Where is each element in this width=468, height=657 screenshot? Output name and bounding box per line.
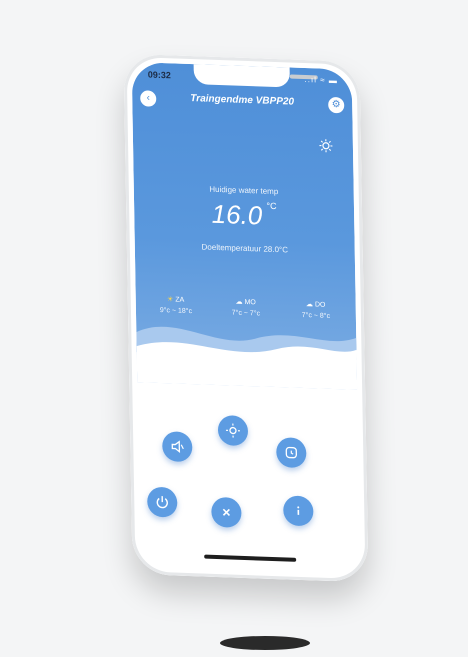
weather-day-label: MO	[244, 298, 256, 307]
water-temp-number: 16.0	[211, 198, 263, 231]
close-icon	[222, 508, 231, 516]
speaker-icon	[171, 440, 184, 454]
timer-button[interactable]	[276, 437, 307, 469]
info-button[interactable]	[283, 495, 314, 527]
power-icon	[156, 496, 168, 509]
settings-button[interactable]: ⚙	[328, 96, 345, 114]
weather-day-label: ZA	[175, 296, 185, 304]
wave-divider	[136, 326, 358, 390]
weather-day-1: ☀ ZA 9°c ~ 18°c	[146, 294, 206, 315]
weather-day-2: ☁ MO 7°c ~ 7°c	[216, 297, 276, 318]
sun-icon[interactable]	[319, 139, 333, 153]
info-icon	[297, 506, 300, 515]
notch	[193, 64, 318, 88]
home-indicator[interactable]	[204, 554, 297, 562]
close-button[interactable]	[211, 496, 242, 528]
mode-button[interactable]	[217, 415, 249, 447]
stage: 09:32 ..ıl ≈ ▬ ‹ Traingendme VBPP20 ⚙ Hu…	[0, 0, 468, 657]
gear-icon: ⚙	[331, 98, 341, 111]
phone: 09:32 ..ıl ≈ ▬ ‹ Traingendme VBPP20 ⚙ Hu…	[123, 53, 369, 583]
sun-icon	[225, 423, 240, 438]
water-temp-unit: °C	[266, 200, 277, 212]
clock-icon	[285, 446, 297, 459]
mute-button[interactable]	[162, 431, 193, 463]
second-device-edge	[220, 636, 310, 650]
cloud-icon: ☁	[235, 298, 243, 306]
weather-day-label: DO	[314, 301, 326, 309]
cloud-icon: ☁	[305, 301, 314, 309]
status-time: 09:32	[147, 69, 171, 81]
back-button[interactable]: ‹	[140, 90, 157, 107]
app-screen: 09:32 ..ıl ≈ ▬ ‹ Traingendme VBPP20 ⚙ Hu…	[131, 61, 361, 575]
power-button[interactable]	[147, 486, 178, 518]
setpoint-value: 28.0°C	[263, 244, 289, 255]
status-icons: ..ıl ≈ ▬	[304, 75, 338, 86]
weather-day-3: ☁ DO 7°c ~ 8°c	[286, 299, 346, 320]
sun-icon: ☀	[167, 296, 174, 304]
back-icon: ‹	[146, 92, 151, 104]
